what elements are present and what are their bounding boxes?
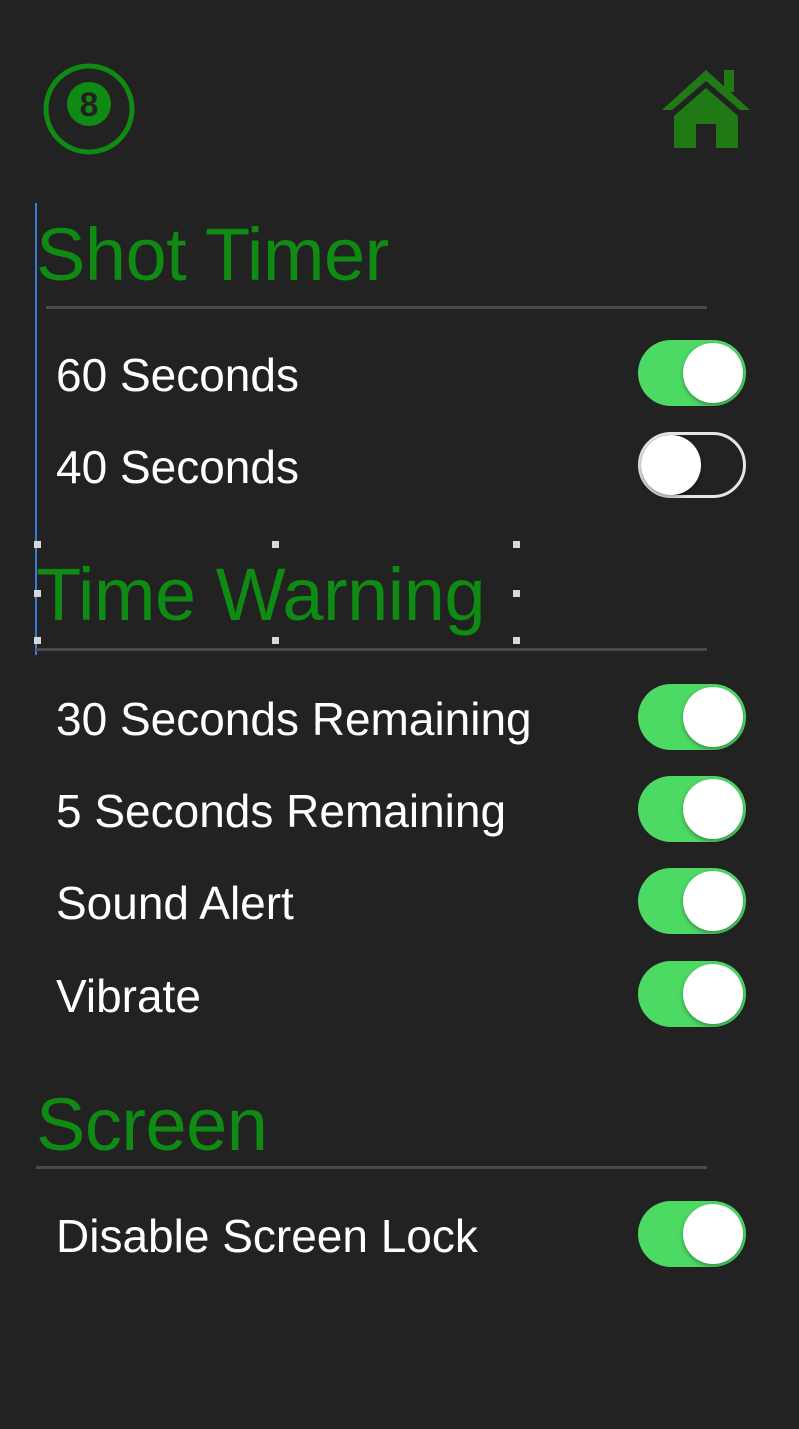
toggle-disable-screen-lock[interactable] [638, 1201, 746, 1267]
divider [36, 648, 707, 651]
toggle-knob [683, 871, 743, 931]
section-title-shot-timer: Shot Timer [36, 213, 389, 296]
toggle-knob [683, 779, 743, 839]
setting-label-5-seconds-remaining: 5 Seconds Remaining [56, 785, 507, 837]
toggle-knob [683, 343, 743, 403]
setting-label-disable-screen-lock: Disable Screen Lock [56, 1210, 478, 1262]
selection-handle[interactable] [34, 637, 41, 644]
selection-handle[interactable] [513, 590, 520, 597]
setting-label-vibrate: Vibrate [56, 970, 201, 1022]
toggle-knob [641, 435, 701, 495]
setting-label-30-seconds-remaining: 30 Seconds Remaining [56, 693, 532, 745]
section-title-time-warning[interactable]: Time Warning [36, 558, 486, 632]
toggle-60-seconds[interactable] [638, 340, 746, 406]
setting-label-40-seconds: 40 Seconds [56, 441, 299, 493]
eight-ball-icon[interactable]: 8 [42, 62, 136, 156]
divider [46, 306, 707, 309]
setting-label-sound-alert: Sound Alert [56, 877, 294, 929]
toggle-30-seconds-remaining[interactable] [638, 684, 746, 750]
selection-handle[interactable] [34, 541, 41, 548]
toggle-40-seconds[interactable] [638, 432, 746, 498]
toggle-knob [683, 687, 743, 747]
divider [36, 1166, 707, 1169]
toggle-vibrate[interactable] [638, 961, 746, 1027]
toggle-knob [683, 1204, 743, 1264]
toggle-5-seconds-remaining[interactable] [638, 776, 746, 842]
selection-handle[interactable] [272, 637, 279, 644]
toggle-sound-alert[interactable] [638, 868, 746, 934]
setting-label-60-seconds: 60 Seconds [56, 349, 299, 401]
eight-ball-number: 8 [80, 86, 99, 124]
selection-handle[interactable] [513, 541, 520, 548]
toggle-knob [683, 964, 743, 1024]
selection-handle[interactable] [513, 637, 520, 644]
home-icon[interactable] [660, 66, 752, 150]
section-title-screen: Screen [36, 1083, 268, 1166]
selection-handle[interactable] [272, 541, 279, 548]
